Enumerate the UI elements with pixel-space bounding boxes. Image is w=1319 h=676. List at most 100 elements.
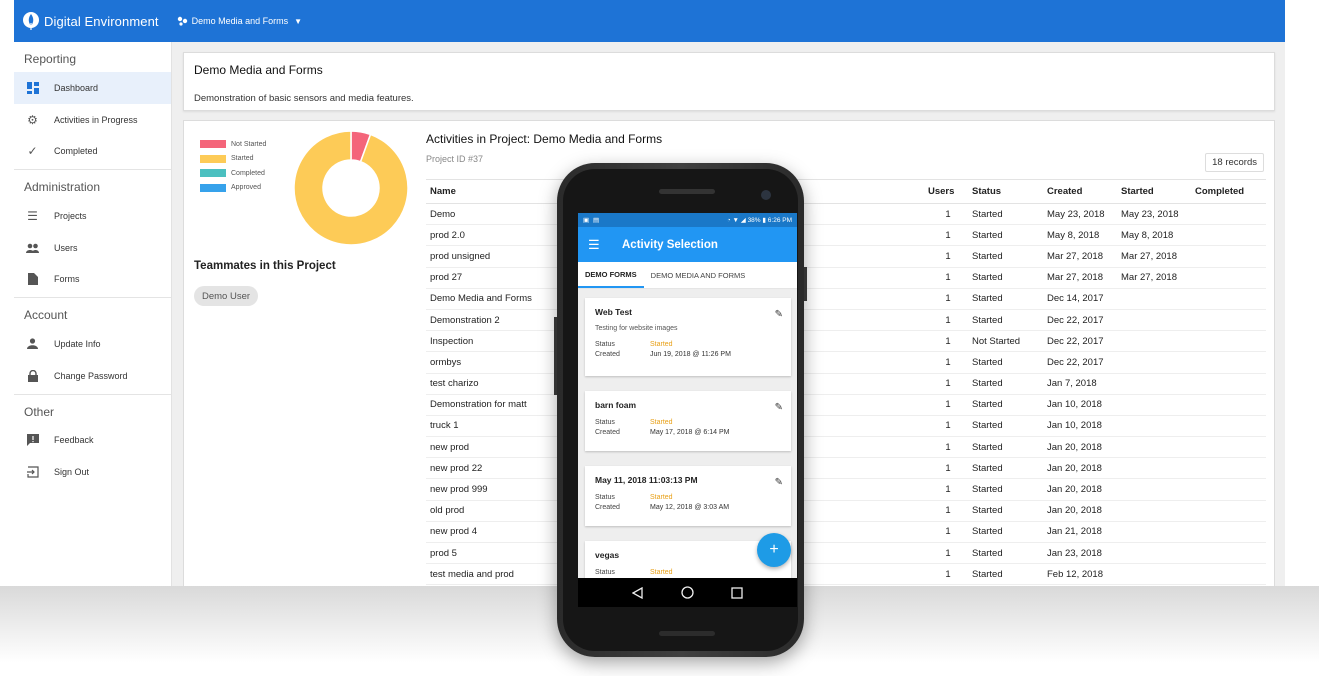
- sidebar-item-dashboard[interactable]: Dashboard: [14, 72, 171, 104]
- cell-users: 1: [924, 351, 968, 374]
- home-icon[interactable]: [677, 583, 697, 603]
- cell-started: May 8, 2018: [1117, 224, 1191, 247]
- cell-started: [1117, 457, 1191, 480]
- table-row[interactable]: Inspection 1 Not Started Dec 22, 2017: [426, 330, 1266, 353]
- phone-speaker-bottom: [659, 631, 715, 636]
- table-row[interactable]: ormbys 1 Started Dec 22, 2017: [426, 351, 1266, 374]
- cell-users: 1: [924, 436, 968, 459]
- activity-description: Testing for website images: [595, 325, 678, 332]
- phone-bezel: ▣ ▤ ◔ ▼ ◢ 38% ▮ 6:26 PM ☰ Activity Selec…: [563, 169, 798, 651]
- recents-icon[interactable]: [727, 583, 747, 603]
- cell-users: 1: [924, 309, 968, 332]
- cell-users: 1: [924, 330, 968, 353]
- cell-users: 1: [924, 457, 968, 480]
- cell-completed: [1191, 267, 1266, 289]
- main-content: Demo Media and Forms Demonstration of ba…: [183, 52, 1275, 586]
- table-row[interactable]: prod 2.0 1 Started May 8, 2018 May 8, 2018: [426, 224, 1266, 247]
- sidebar-item-forms[interactable]: Forms: [14, 263, 171, 295]
- sidebar-item-activities-in-progress[interactable]: ⚙ Activities in Progress: [14, 104, 171, 136]
- edit-icon[interactable]: ✎: [775, 402, 783, 413]
- sidebar-item-label: Sign Out: [54, 467, 90, 478]
- table-row[interactable]: Demo 1 Started May 23, 2018 May 23, 2018: [426, 203, 1266, 226]
- table-row[interactable]: test media and prod 1 Started Feb 12, 2018: [426, 563, 1266, 586]
- cell-completed: [1191, 373, 1266, 395]
- phone-screen: ▣ ▤ ◔ ▼ ◢ 38% ▮ 6:26 PM ☰ Activity Selec…: [578, 213, 797, 607]
- cell-status: Started: [968, 224, 1043, 247]
- table-row[interactable]: Demo Media and Forms 1 Started Dec 14, 2017: [426, 288, 1266, 310]
- legend-item-not-started[interactable]: Not Started: [200, 137, 266, 152]
- legend-item-approved[interactable]: Approved: [200, 181, 266, 196]
- table-row[interactable]: prod unsigned 1 Started Mar 27, 2018 Mar 27,…: [426, 245, 1266, 268]
- sidebar-item-label: Change Password: [54, 370, 128, 381]
- cell-completed: [1191, 415, 1266, 438]
- cell-users: 1: [924, 373, 968, 395]
- phone-app-bar: ☰ Activity Selection: [578, 227, 797, 262]
- table-row[interactable]: new prod 999 1 Started Jan 20, 2018: [426, 478, 1266, 501]
- cell-users: 1: [924, 394, 968, 416]
- cell-started: [1117, 436, 1191, 459]
- legend-item-started[interactable]: Started: [200, 152, 266, 167]
- project-selector[interactable]: Demo Media and Forms ▼: [177, 16, 302, 26]
- back-icon[interactable]: [628, 583, 648, 603]
- table-row[interactable]: prod 27 1 Started Mar 27, 2018 Mar 27, 2018: [426, 267, 1266, 289]
- status-label: Status: [595, 569, 615, 576]
- activity-status-row: Status Started: [595, 569, 781, 576]
- sidebar: Reporting Dashboard ⚙ Activities in Prog…: [14, 42, 172, 586]
- clock: 6:26 PM: [767, 217, 792, 224]
- app-title: Digital Environment: [44, 13, 159, 29]
- sidebar-item-completed[interactable]: ✓ Completed: [14, 135, 171, 167]
- sidebar-item-change-password[interactable]: Change Password: [14, 360, 171, 392]
- tab-demo-forms[interactable]: DEMO FORMS: [578, 262, 644, 288]
- table-row[interactable]: prod 5 1 Started Jan 23, 2018: [426, 542, 1266, 565]
- cell-status: Started: [968, 267, 1043, 289]
- caret-down-icon: ▼: [294, 16, 303, 26]
- column-header-status[interactable]: Status: [968, 179, 1043, 204]
- table-row[interactable]: test charizo 1 Started Jan 7, 2018: [426, 373, 1266, 395]
- sidebar-item-sign-out[interactable]: Sign Out: [14, 456, 171, 488]
- column-header-created[interactable]: Created: [1043, 179, 1117, 204]
- sidebar-item-label: Update Info: [54, 338, 101, 349]
- cell-created: Jan 20, 2018: [1043, 457, 1117, 480]
- edit-icon[interactable]: ✎: [775, 477, 783, 488]
- sidebar-item-label: Feedback: [54, 435, 94, 446]
- cell-completed: [1191, 224, 1266, 247]
- sidebar-item-projects[interactable]: ☰ Projects: [14, 200, 171, 232]
- cell-status: Started: [968, 521, 1043, 544]
- table-row[interactable]: truck 1 1 Started Jan 10, 2018: [426, 415, 1266, 438]
- edit-icon[interactable]: ✎: [775, 309, 783, 320]
- table-row[interactable]: new prod 1 Started Jan 20, 2018: [426, 436, 1266, 459]
- feedback-icon: [26, 434, 39, 447]
- column-header-users[interactable]: Users: [924, 179, 968, 204]
- donut-slice-started[interactable]: [293, 130, 409, 246]
- logo[interactable]: Digital Environment: [23, 11, 159, 31]
- menu-icon[interactable]: ☰: [588, 237, 602, 253]
- cell-status: Started: [968, 245, 1043, 268]
- table-row[interactable]: old prod 1 Started Jan 20, 2018: [426, 500, 1266, 522]
- sidebar-item-update-info[interactable]: Update Info: [14, 328, 171, 360]
- teammate-chip[interactable]: Demo User: [194, 286, 259, 306]
- sidebar-item-users[interactable]: Users: [14, 232, 171, 264]
- status-label: Status: [595, 494, 615, 501]
- tab-demo-media-and-forms[interactable]: DEMO MEDIA AND FORMS: [644, 262, 753, 288]
- cell-created: Jan 10, 2018: [1043, 415, 1117, 438]
- column-header-completed[interactable]: Completed: [1191, 179, 1266, 204]
- table-row[interactable]: Demonstration 2 1 Started Dec 22, 2017: [426, 309, 1266, 332]
- cell-status: Started: [968, 309, 1043, 332]
- cell-created: Jan 21, 2018: [1043, 521, 1117, 544]
- table-row[interactable]: Demonstration for matt 1 Started Jan 10, 20…: [426, 394, 1266, 416]
- sidebar-item-feedback[interactable]: Feedback: [14, 425, 171, 457]
- gear-icon: ⚙: [27, 112, 38, 127]
- activity-card[interactable]: barn foam ✎ Status Started Created May 1…: [585, 391, 791, 451]
- created-label: Created: [595, 504, 620, 511]
- cell-status: Started: [968, 203, 1043, 226]
- table-row[interactable]: new prod 22 1 Started Jan 20, 2018: [426, 457, 1266, 480]
- table-row[interactable]: new prod 4 1 Started Jan 21, 2018: [426, 521, 1266, 544]
- phone-speaker: [659, 189, 715, 194]
- activity-card[interactable]: Web Test ✎ Testing for website images St…: [585, 298, 791, 376]
- cell-started: [1117, 542, 1191, 565]
- activity-card[interactable]: May 11, 2018 11:03:13 PM ✎ Status Starte…: [585, 466, 791, 526]
- column-header-started[interactable]: Started: [1117, 179, 1191, 204]
- add-activity-button[interactable]: +: [757, 533, 791, 567]
- cell-completed: [1191, 330, 1266, 353]
- legend-item-completed[interactable]: Completed: [200, 166, 266, 181]
